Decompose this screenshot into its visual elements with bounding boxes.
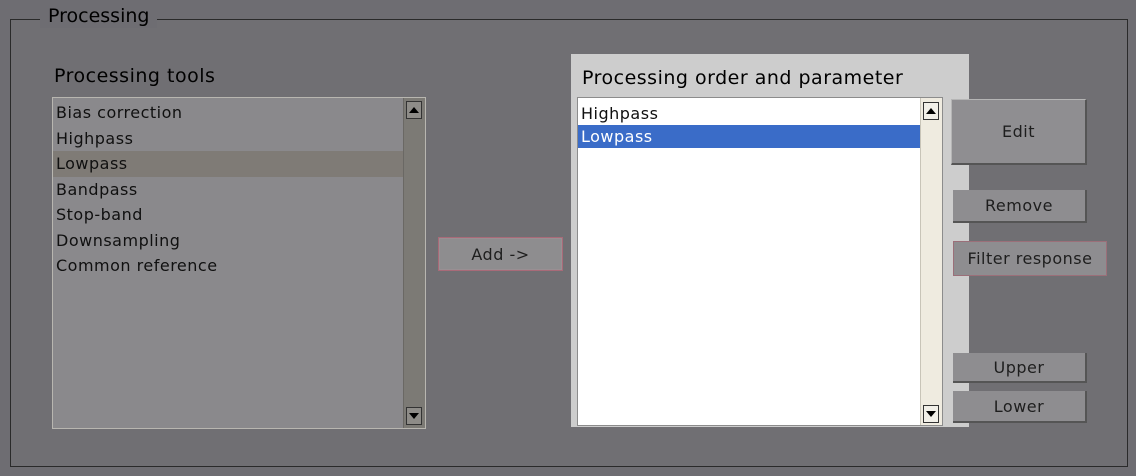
edit-button[interactable]: Edit [951, 99, 1087, 165]
upper-button[interactable]: Upper [953, 353, 1087, 383]
lower-button[interactable]: Lower [953, 391, 1087, 423]
chevron-down-icon [926, 411, 936, 417]
scroll-up-button[interactable] [923, 102, 939, 120]
add-button-label: Add -> [471, 244, 530, 264]
list-item[interactable]: Stop-band [53, 202, 403, 228]
processing-window: Processing Processing tools Bias correct… [0, 0, 1136, 476]
list-item[interactable]: Bias correction [53, 100, 403, 126]
filter-response-button[interactable]: Filter response [953, 241, 1107, 276]
list-item[interactable]: Downsampling [53, 228, 403, 254]
chevron-up-icon [926, 108, 936, 114]
list-item-label: Stop-band [56, 205, 143, 224]
processing-tools-label: Processing tools [54, 65, 216, 87]
processing-order-list[interactable]: Highpass Lowpass [577, 97, 943, 426]
scroll-down-button[interactable] [923, 405, 939, 423]
upper-button-label: Upper [993, 357, 1045, 377]
list-item-label: Common reference [56, 256, 218, 275]
list-item-selected[interactable]: Lowpass [578, 125, 920, 148]
list-item-label: Bandpass [56, 179, 138, 199]
list-item[interactable]: Highpass [53, 126, 403, 152]
list-item[interactable]: Highpass [578, 102, 920, 125]
tools-scrollbar[interactable] [403, 98, 425, 428]
list-item-label: Highpass [56, 128, 134, 148]
order-scrollbar[interactable] [920, 98, 942, 425]
list-item-label: Bias correction [56, 103, 183, 122]
filter-response-button-label: Filter response [967, 249, 1093, 268]
list-item[interactable]: Bandpass [53, 177, 403, 203]
list-item-label: Highpass [581, 104, 659, 123]
scroll-up-button[interactable] [406, 101, 422, 119]
list-item-hovered[interactable]: Lowpass [53, 151, 403, 177]
processing-order-label: Processing order and parameter [582, 67, 904, 89]
chevron-down-icon [409, 413, 419, 419]
remove-button[interactable]: Remove [953, 190, 1087, 223]
edit-button-label: Edit [1002, 122, 1035, 141]
groupbox-title: Processing [40, 4, 158, 28]
list-item-label: Downsampling [56, 230, 181, 250]
list-item-label: Lowpass [581, 127, 653, 146]
processing-tools-list[interactable]: Bias correction Highpass Lowpass Bandpas… [52, 97, 426, 429]
scroll-down-button[interactable] [406, 407, 422, 425]
chevron-up-icon [409, 107, 419, 113]
list-item-label: Lowpass [56, 154, 128, 173]
add-button[interactable]: Add -> [438, 237, 563, 271]
list-item[interactable]: Common reference [53, 253, 403, 279]
remove-button-label: Remove [985, 196, 1053, 215]
lower-button-label: Lower [993, 396, 1045, 416]
